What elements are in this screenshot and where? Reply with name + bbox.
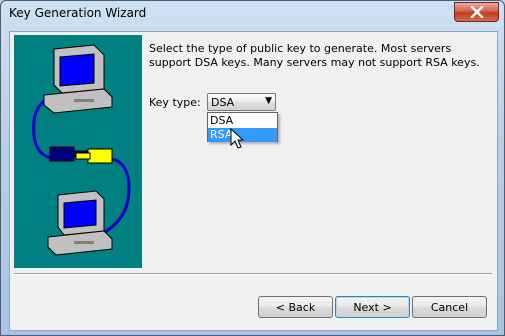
title-bar[interactable]: Key Generation Wizard xyxy=(1,1,504,27)
intro-text: Select the type of public key to generat… xyxy=(149,42,480,69)
key-type-label: Key type: xyxy=(149,96,201,109)
back-button[interactable]: < Back xyxy=(258,296,333,318)
separator xyxy=(14,273,492,275)
chevron-down-icon: ▼ xyxy=(265,96,272,106)
next-button[interactable]: Next > xyxy=(335,296,410,318)
computers-key-illustration xyxy=(32,44,131,256)
wizard-illustration xyxy=(14,35,142,268)
close-button[interactable] xyxy=(454,2,499,22)
computer-icon-bottom xyxy=(47,190,113,256)
cancel-button[interactable]: Cancel xyxy=(412,296,487,318)
key-type-value: DSA xyxy=(211,96,235,109)
wizard-client-area: Select the type of public key to generat… xyxy=(9,31,498,331)
mouse-pointer-icon xyxy=(230,128,245,149)
option-dsa[interactable]: DSA xyxy=(208,114,277,128)
window-title: Key Generation Wizard xyxy=(9,6,147,20)
wizard-window: Key Generation Wizard Select the type of… xyxy=(0,0,505,336)
computer-icon-top xyxy=(43,44,113,114)
key-icon xyxy=(49,146,113,164)
close-icon xyxy=(470,6,483,18)
key-type-select[interactable]: DSA ▼ xyxy=(207,93,276,111)
